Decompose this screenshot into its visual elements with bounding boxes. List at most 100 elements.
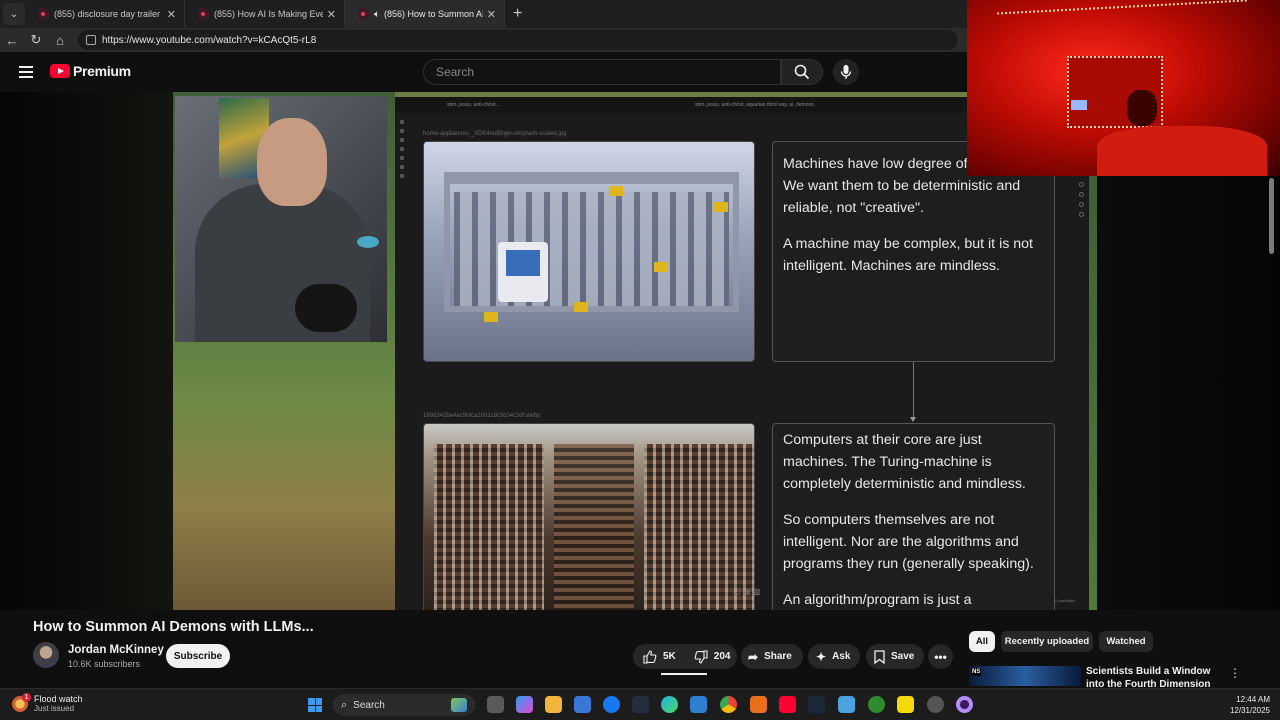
url-field[interactable]: https://www.youtube.com/watch?v=kCAcQt5-… [78, 30, 958, 50]
search-highlight-icon [451, 698, 467, 712]
browser-tab-label: (856) How to Summon AI Demons [384, 9, 483, 19]
video-left-edge [0, 92, 173, 610]
reload-icon[interactable]: ↻ [24, 32, 48, 48]
save-button[interactable]: Save [866, 644, 924, 669]
note-card-computers: Computers at their core are just machine… [772, 423, 1055, 610]
ask-button[interactable]: ✦ Ask [808, 644, 860, 669]
subscriber-count: 10.6K subscribers [68, 659, 141, 669]
bed-shape [1097, 126, 1267, 176]
note-text: So computers themselves are not intellig… [783, 512, 1034, 572]
sparkle-icon: ✦ [816, 649, 827, 664]
kebab-menu-icon[interactable]: ⋮ [1229, 666, 1241, 680]
bookmark-icon [874, 649, 885, 664]
notes-app-canvas-tools [1077, 177, 1087, 227]
recommended-video-thumbnail[interactable]: NS [969, 666, 1081, 686]
note-text: A machine may be complex, but it is not … [783, 236, 1033, 274]
close-tab-icon[interactable]: ✕ [327, 8, 336, 21]
weather-title: Flood watch [34, 694, 83, 704]
youtube-app-icon[interactable] [779, 696, 796, 713]
taskbar-search[interactable]: ⌕ Search [333, 694, 475, 716]
app-icon-2[interactable] [838, 696, 855, 713]
home-icon[interactable]: ⌂ [48, 33, 72, 48]
led-string-lights [997, 0, 1247, 17]
search-input[interactable]: Search [423, 59, 781, 85]
channel-avatar[interactable] [33, 642, 59, 668]
file-explorer-icon[interactable] [545, 696, 562, 713]
obs-icon[interactable] [956, 696, 973, 713]
chip-all[interactable]: All [969, 631, 995, 652]
channel-badge: NS [971, 668, 982, 676]
facebook-icon[interactable] [603, 696, 620, 713]
presenter-webcam [175, 96, 387, 342]
subscribe-button[interactable]: Subscribe [166, 644, 230, 668]
xbox-icon[interactable] [868, 696, 885, 713]
search-button[interactable] [781, 59, 823, 85]
browser-tab-2[interactable]: (855) How AI Is Making Everything ✕ [185, 0, 345, 28]
microphone-shape [295, 284, 357, 332]
browser-tab-label: (855) disclosure day trailer - YouTube [54, 9, 163, 19]
channel-name[interactable]: Jordan McKinney [68, 644, 164, 656]
system-clock[interactable]: 12:44 AM 12/31/2025 [1230, 694, 1270, 716]
back-arrow-icon[interactable]: ← [0, 33, 24, 48]
youtube-play-logo-icon [50, 64, 70, 78]
youtube-favicon-icon [357, 8, 369, 20]
vintage-computer-image [423, 423, 755, 610]
vlc-icon[interactable] [750, 696, 767, 713]
like-ratio-bar [661, 673, 707, 675]
voice-search-button[interactable] [833, 59, 859, 85]
search-icon: ⌕ [341, 698, 348, 711]
image-filename-1: home-appliances-_XDK4noBbgw-unsplash-sca… [423, 131, 567, 137]
page-scrollbar-thumb[interactable] [1269, 178, 1274, 254]
youtube-favicon-icon [197, 8, 209, 20]
site-info-icon[interactable] [86, 35, 96, 45]
like-button[interactable]: 5K [633, 644, 684, 669]
youtube-favicon-icon [37, 8, 49, 20]
like-count: 5K [663, 651, 676, 662]
chip-recently-uploaded[interactable]: Recently uploaded [1001, 631, 1093, 652]
search-placeholder: Search [436, 65, 475, 79]
speaker-icon[interactable]: 🔈︎ [374, 9, 380, 20]
chrome-icon[interactable] [720, 696, 737, 713]
share-arrow-icon: ➦ [748, 649, 759, 664]
share-button[interactable]: ➦ Share [741, 644, 803, 669]
new-tab-icon[interactable]: + [513, 5, 522, 23]
url-text: https://www.youtube.com/watch?v=kCAcQt5-… [102, 34, 317, 46]
notes-app-path: sbm, jesus, anti-christ, aquarian third … [695, 102, 814, 108]
chip-watched[interactable]: Watched [1099, 631, 1153, 652]
sticky-notes-icon[interactable] [897, 696, 914, 713]
canvas-connector-arrow [910, 362, 916, 422]
dislike-button[interactable]: 204 [684, 644, 739, 669]
copilot-icon[interactable] [516, 696, 533, 713]
windows-taskbar: Flood watch Just issued ⌕ Search 12:44 A… [0, 688, 1280, 720]
notes-app-sidebar [397, 115, 407, 195]
close-tab-icon[interactable]: ✕ [487, 8, 496, 21]
note-text: An algorithm/program is just a [783, 592, 972, 608]
windows-start-icon[interactable] [308, 698, 322, 712]
streamer-webcam-overlay [967, 0, 1280, 176]
youtube-premium-logo[interactable]: Premium [50, 63, 131, 79]
viewer-silhouette [1127, 90, 1157, 126]
backlinks-status: 0 backlinks [1055, 598, 1075, 603]
microsoft-store-icon[interactable] [574, 696, 591, 713]
logo-text: Premium [73, 63, 131, 79]
tab-list-menu-icon[interactable]: ⌄ [3, 3, 25, 25]
steam-icon[interactable] [808, 696, 825, 713]
browser-tab-1[interactable]: (855) disclosure day trailer - YouTube ✕ [25, 0, 185, 28]
like-dislike-group: 5K 204 [633, 644, 737, 669]
note-text: Computers at their core are just machine… [783, 432, 1026, 492]
edge-browser-icon[interactable] [661, 696, 678, 713]
app-icon[interactable] [690, 696, 707, 713]
search-icon [794, 64, 810, 80]
close-tab-icon[interactable]: ✕ [167, 8, 176, 21]
settings-gear-icon[interactable] [927, 696, 944, 713]
note-action-icons: ▢ ▤ ▧ [733, 587, 761, 596]
weather-widget[interactable]: Flood watch Just issued [12, 692, 83, 713]
browser-tab-3-active[interactable]: 🔈︎ (856) How to Summon AI Demons ✕ [345, 0, 505, 28]
more-actions-button[interactable]: ••• [928, 644, 953, 669]
menu-hamburger-icon[interactable] [19, 66, 33, 78]
monitor-glow [1071, 100, 1087, 110]
taskbar-search-label: Search [353, 699, 385, 711]
amazon-icon[interactable] [632, 696, 649, 713]
dislike-count: 204 [713, 651, 731, 662]
task-view-icon[interactable] [487, 696, 504, 713]
